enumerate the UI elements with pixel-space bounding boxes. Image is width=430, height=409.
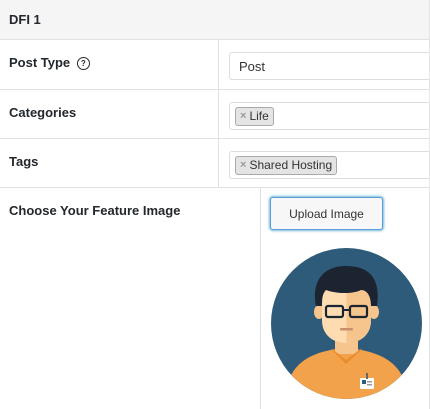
question-circle-icon[interactable]: ?	[76, 57, 90, 70]
categories-select[interactable]: × Life	[229, 102, 429, 130]
categories-label-cell: Categories	[0, 90, 219, 138]
feature-image-label: Choose Your Feature Image	[9, 203, 181, 218]
panel-title: DFI 1	[0, 0, 429, 40]
post-type-label: Post Type	[9, 55, 71, 70]
chip-remove-icon[interactable]: ×	[240, 110, 246, 122]
tags-field-cell: × Shared Hosting	[219, 139, 429, 187]
tag-chip: × Shared Hosting	[235, 155, 338, 175]
post-type-field-cell: Post	[219, 40, 429, 89]
post-type-select[interactable]: Post	[229, 52, 429, 80]
post-type-label-cell: Post Type ?	[0, 40, 219, 89]
feature-image-preview	[271, 248, 422, 399]
post-type-row: Post Type ? Post	[0, 40, 429, 90]
post-type-value: Post	[239, 58, 266, 74]
feature-image-label-cell: Choose Your Feature Image	[0, 188, 261, 409]
dfi-panel: DFI 1 Post Type ? Post Categories × Life	[0, 0, 430, 409]
category-chip: × Life	[235, 106, 274, 126]
tags-label-cell: Tags	[0, 139, 219, 187]
categories-row: Categories × Life	[0, 90, 429, 139]
upload-image-button[interactable]: Upload Image	[270, 197, 383, 230]
chip-remove-icon[interactable]: ×	[240, 159, 246, 171]
user-avatar-illustration	[271, 248, 422, 399]
category-chip-label: Life	[249, 109, 269, 123]
categories-field-cell: × Life	[219, 90, 429, 138]
tags-select[interactable]: × Shared Hosting	[229, 151, 429, 179]
categories-label: Categories	[9, 105, 77, 120]
tag-chip-label: Shared Hosting	[249, 158, 333, 172]
tags-row: Tags × Shared Hosting	[0, 139, 429, 188]
tags-label: Tags	[9, 154, 39, 169]
